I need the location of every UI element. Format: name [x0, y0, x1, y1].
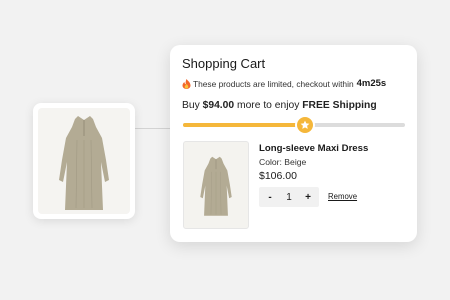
- free-shipping-message: Buy $94.00 more to enjoy FREE Shipping: [182, 100, 377, 111]
- connector-line: [134, 128, 170, 129]
- remove-item-link[interactable]: Remove: [328, 192, 357, 201]
- cart-item-color: Color: Beige: [259, 157, 307, 167]
- free-shipping-label: FREE Shipping: [302, 100, 377, 111]
- limited-notice: These products are limited, checkout wit…: [182, 78, 386, 89]
- cart-item-price: $106.00: [259, 170, 297, 182]
- shipping-amount: $94.00: [202, 100, 235, 111]
- dress-thumbnail: [200, 156, 232, 216]
- star-icon: [297, 117, 314, 133]
- fire-icon: [182, 78, 191, 89]
- shopping-cart-panel: Shopping Cart These products are limited…: [170, 45, 417, 242]
- cart-item-name[interactable]: Long-sleeve Maxi Dress: [259, 143, 368, 154]
- limited-notice-text: These products are limited, checkout wit…: [193, 78, 354, 89]
- shipping-progress-fill: [183, 123, 306, 127]
- decrease-quantity-button[interactable]: -: [265, 192, 275, 203]
- product-preview-card[interactable]: [33, 103, 135, 219]
- cart-title: Shopping Cart: [182, 56, 266, 71]
- quantity-value[interactable]: 1: [286, 192, 292, 203]
- dress-image: [59, 116, 109, 210]
- shipping-prefix: Buy: [182, 100, 200, 111]
- quantity-stepper: - 1 +: [259, 187, 319, 207]
- shipping-progress-bar: [183, 117, 405, 133]
- product-preview-image: [38, 108, 130, 214]
- shipping-middle: more to enjoy: [237, 100, 300, 111]
- increase-quantity-button[interactable]: +: [303, 192, 313, 203]
- checkout-timer: 4m25s: [356, 78, 387, 89]
- cart-item-image[interactable]: [183, 141, 249, 229]
